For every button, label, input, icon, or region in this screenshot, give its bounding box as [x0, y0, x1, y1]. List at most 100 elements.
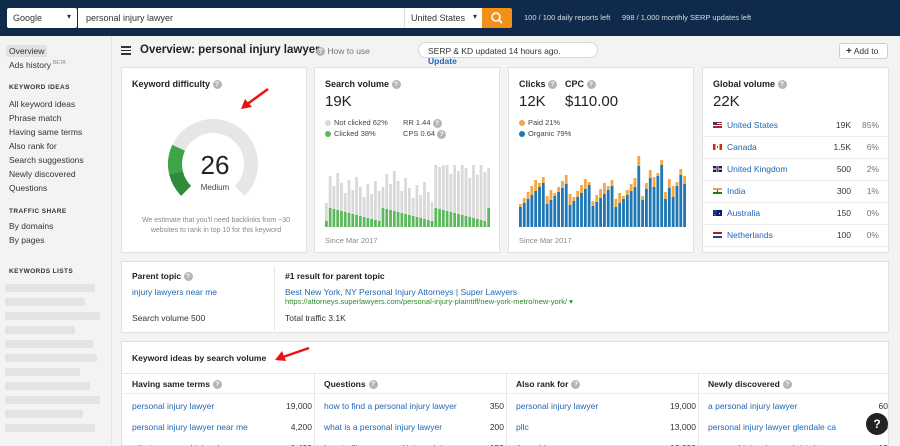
- clicks-bar-paid: [618, 193, 622, 203]
- clicks-paid: Paid 21%: [519, 118, 560, 127]
- clicks-bar-paid: [522, 198, 526, 203]
- clicks-bar-paid: [671, 186, 675, 197]
- search-button[interactable]: [482, 8, 512, 28]
- help-icon[interactable]: ?: [212, 380, 222, 390]
- search-engine-value: Google: [13, 13, 43, 23]
- global-volume-row: India 300 1%: [703, 181, 889, 203]
- help-icon[interactable]: ?: [782, 380, 792, 390]
- sidebar-item-ads-history[interactable]: Ads history BETA: [9, 60, 66, 70]
- country-link[interactable]: United Kingdom: [727, 164, 787, 174]
- help-icon[interactable]: ?: [391, 80, 401, 90]
- country-volume: 19K: [835, 120, 851, 130]
- help-icon[interactable]: ?: [777, 80, 787, 90]
- help-icon[interactable]: ?: [571, 380, 581, 390]
- clicks-bar-organic: [660, 165, 664, 227]
- blurred-list-item: [5, 340, 93, 348]
- sv-bar-not-clicked: [400, 191, 404, 213]
- keyword-idea-link[interactable]: what is a personal injury lawyer: [324, 422, 442, 432]
- sidebar-item-newly-discovered[interactable]: Newly discovered: [9, 169, 76, 179]
- country-share: 85%: [861, 120, 879, 130]
- country-link[interactable]: United States: [727, 120, 778, 130]
- keyword-idea-link[interactable]: how to find a personal injury lawyer: [324, 401, 457, 411]
- keyword-idea-link[interactable]: personal injury lawyer near me: [132, 422, 248, 432]
- country-link[interactable]: India: [727, 186, 745, 196]
- clicks-bar-organic: [664, 199, 667, 227]
- help-chat-button[interactable]: ?: [866, 413, 888, 435]
- search-volume-card: Search volume ? 19K Not clicked 62% Clic…: [314, 67, 500, 253]
- sv-bar-not-clicked: [340, 183, 343, 211]
- parent-topic-link[interactable]: injury lawyers near me: [132, 287, 217, 297]
- menu-icon[interactable]: [121, 46, 131, 55]
- keyword-idea-link[interactable]: personal injury lawyer: [516, 401, 598, 411]
- country-volume: 100: [836, 230, 851, 240]
- keyword-idea-link[interactable]: personal injury lawyer glendale ca: [708, 422, 836, 432]
- red-arrow-annotation: [275, 346, 310, 361]
- country-link[interactable]: Netherlands: [727, 230, 773, 240]
- sv-bar-not-clicked: [351, 190, 355, 214]
- country-select[interactable]: United States ▾: [404, 8, 482, 28]
- keyword-idea-link[interactable]: a personal injury lawyer: [708, 401, 797, 411]
- sidebar-item-questions[interactable]: Questions: [9, 183, 47, 193]
- help-icon[interactable]: ?: [437, 129, 447, 139]
- keyword-idea-link[interactable]: personal injury lawyer: [132, 401, 214, 411]
- parent-topic-card: Parent topic ? injury lawyers near me Se…: [121, 261, 889, 333]
- help-icon[interactable]: ?: [432, 118, 442, 128]
- sidebar-item-by-domains[interactable]: By domains: [9, 221, 53, 231]
- sv-bar-clicked: [358, 216, 362, 227]
- sidebar-item-by-pages[interactable]: By pages: [9, 235, 44, 245]
- global-volume-row: Australia 150 0%: [703, 203, 889, 225]
- parent-topic-volume: Search volume 500: [132, 313, 206, 323]
- blurred-list-item: [5, 326, 75, 334]
- clicks-bar-paid: [641, 196, 644, 200]
- add-to-button[interactable]: + Add to: [839, 43, 888, 59]
- clicks-bar-paid: [580, 185, 583, 193]
- cpc-title: CPC ?: [565, 79, 596, 90]
- sv-bar-clicked: [374, 220, 377, 227]
- sv-bar-not-clicked: [332, 186, 336, 209]
- top-result-url[interactable]: https://attorneys.superlawyers.com/perso…: [285, 297, 573, 306]
- help-icon[interactable]: ?: [212, 80, 222, 90]
- top-result-link[interactable]: Best New York, NY Personal Injury Attorn…: [285, 287, 517, 297]
- help-icon[interactable]: ?: [586, 80, 596, 90]
- clicks-bar-paid: [564, 175, 568, 184]
- sidebar-item-overview[interactable]: Overview: [6, 45, 48, 57]
- sv-not-clicked: Not clicked 62%: [325, 118, 388, 127]
- clicks-bar-organic: [526, 199, 530, 227]
- chevron-down-icon[interactable]: ▾: [569, 297, 573, 306]
- clicks-title: Clicks ?: [519, 79, 558, 90]
- sv-bar-not-clicked: [389, 184, 392, 210]
- clicks-bar-organic: [641, 200, 644, 227]
- clicks-bar-organic: [652, 187, 656, 227]
- sv-bar-not-clicked: [426, 192, 430, 220]
- sidebar-item-search-suggestions[interactable]: Search suggestions: [9, 155, 84, 165]
- keywords-lists-heading: KEYWORDS LISTS: [9, 268, 74, 275]
- clicks-bar-paid: [667, 179, 671, 188]
- update-link[interactable]: Update: [428, 56, 457, 66]
- sidebar-item-having-same-terms[interactable]: Having same terms: [9, 127, 82, 137]
- country-link[interactable]: Canada: [727, 142, 757, 152]
- sidebar-item-also-rank-for[interactable]: Also rank for: [9, 141, 57, 151]
- kd-note: We estimate that you'll need backlinks f…: [141, 217, 291, 234]
- keyword-idea-volume: 60: [878, 401, 888, 411]
- beta-badge: BETA: [53, 60, 66, 67]
- how-to-use-link[interactable]: ? How to use: [316, 46, 370, 57]
- country-share: 6%: [866, 142, 879, 152]
- keyword-idea-link[interactable]: pllc: [516, 422, 529, 432]
- sidebar-item-all-keyword-ideas[interactable]: All keyword ideas: [9, 99, 75, 109]
- search-engine-select[interactable]: Google ▾: [7, 8, 77, 28]
- sv-bar-not-clicked: [419, 195, 423, 218]
- sv-bar-not-clicked: [453, 165, 457, 213]
- help-icon[interactable]: ?: [548, 80, 558, 90]
- help-icon[interactable]: ?: [183, 272, 193, 282]
- top-bar: Google ▾ personal injury lawyer United S…: [0, 0, 900, 36]
- help-icon[interactable]: ?: [368, 380, 378, 390]
- sidebar-item-phrase-match[interactable]: Phrase match: [9, 113, 61, 123]
- sv-bar-not-clicked: [374, 181, 377, 220]
- clicks-bar-paid: [679, 169, 683, 175]
- keyword-input[interactable]: personal injury lawyer: [78, 8, 404, 28]
- sv-bar-clicked: [460, 215, 464, 227]
- clicks-bar-paid: [591, 201, 595, 206]
- country-link[interactable]: Australia: [727, 208, 760, 218]
- clicks-bar-organic: [648, 178, 652, 227]
- update-status: SERP & KD updated 14 hours ago. Update: [418, 42, 598, 66]
